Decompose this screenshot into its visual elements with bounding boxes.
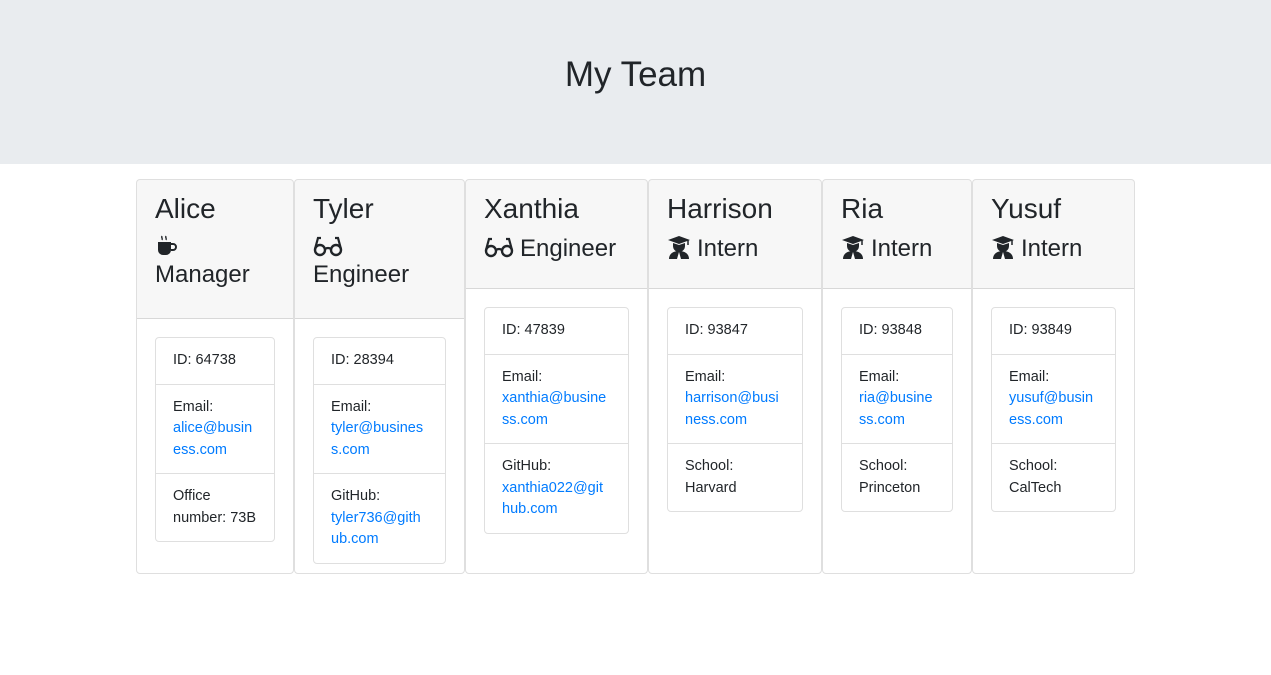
school-item: School: Princeton — [842, 444, 952, 511]
card-body: ID: 93849 Email: yusuf@business.com Scho… — [973, 289, 1134, 530]
employee-role-label: Intern — [1021, 235, 1083, 262]
employee-name: Tyler — [313, 193, 374, 224]
email-label: Email: — [859, 368, 900, 385]
school-item: School: CalTech — [992, 444, 1115, 511]
employee-card-yusuf: Yusuf Intern ID: 93849 Email: yusuf@busi… — [972, 179, 1135, 574]
page-title: My Team — [564, 55, 707, 94]
employee-email-item: Email: harrison@business.com — [668, 355, 802, 444]
employee-role: Intern — [667, 234, 803, 264]
github-item: GitHub: xanthia022@github.com — [485, 444, 628, 533]
employee-id: ID: 47839 — [485, 308, 628, 355]
employee-id: ID: 93848 — [842, 308, 952, 355]
email-label: Email: — [173, 398, 214, 415]
email-link[interactable]: yusuf@business.com — [1009, 390, 1093, 428]
graduate-icon — [992, 236, 1014, 259]
employee-details: ID: 93847 Email: harrison@business.com S… — [667, 307, 803, 512]
card-body: ID: 28394 Email: tyler@business.com GitH… — [295, 319, 464, 573]
card-body: ID: 47839 Email: xanthia@business.com Gi… — [466, 289, 647, 552]
employee-card-harrison: Harrison Intern ID: 93847 Email: harriso… — [648, 179, 822, 574]
coffee-icon — [158, 235, 177, 255]
employee-email-item: Email: tyler@business.com — [314, 385, 445, 474]
employee-name: Harrison — [667, 193, 773, 224]
employee-email-item: Email: yusuf@business.com — [992, 355, 1115, 444]
team-cards: Alice Manager ID: 64738 Email: alice@bus… — [0, 164, 1271, 675]
email-label: Email: — [502, 368, 543, 385]
card-body: ID: 93848 Email: ria@business.com School… — [823, 289, 971, 530]
employee-role-label: Intern — [871, 235, 933, 262]
school-value: CalTech — [1009, 479, 1062, 496]
office-number-label: Office number: — [173, 488, 227, 526]
card-header: Yusuf Intern — [973, 180, 1134, 289]
card-body: ID: 93847 Email: harrison@business.com S… — [649, 289, 821, 530]
card-header: Harrison Intern — [649, 180, 821, 289]
glasses-icon — [484, 237, 514, 258]
employee-role-label: Intern — [697, 235, 759, 262]
office-number-item: Office number: 73B — [156, 474, 274, 541]
github-link[interactable]: xanthia022@github.com — [502, 480, 603, 518]
employee-role: Engineer — [484, 234, 629, 264]
employee-details: ID: 28394 Email: tyler@business.com GitH… — [313, 337, 446, 564]
employee-email-item: Email: xanthia@business.com — [485, 355, 628, 444]
employee-role-label: Engineer — [520, 235, 617, 262]
employee-name: Yusuf — [991, 193, 1062, 224]
employee-email-item: Email: ria@business.com — [842, 355, 952, 444]
graduate-icon — [668, 236, 690, 259]
employee-role-label: Engineer — [313, 261, 410, 288]
email-label: Email: — [331, 398, 372, 415]
card-header: Tyler Engineer — [295, 180, 464, 319]
email-link[interactable]: harrison@business.com — [685, 390, 779, 428]
employee-id: ID: 93849 — [992, 308, 1115, 355]
school-label: School: — [685, 458, 734, 474]
email-label: Email: — [1009, 368, 1050, 385]
github-label: GitHub: — [331, 488, 381, 504]
email-link[interactable]: alice@business.com — [173, 420, 252, 458]
employee-email-item: Email: alice@business.com — [156, 385, 274, 474]
email-link[interactable]: ria@business.com — [859, 390, 933, 428]
glasses-icon — [313, 236, 343, 257]
employee-id: ID: 28394 — [314, 338, 445, 385]
card-header: Alice Manager — [137, 180, 293, 319]
employee-card-alice: Alice Manager ID: 64738 Email: alice@bus… — [136, 179, 294, 574]
github-link[interactable]: tyler736@github.com — [331, 510, 421, 548]
school-value: Princeton — [859, 479, 921, 496]
school-value: Harvard — [685, 479, 737, 496]
email-label: Email: — [685, 368, 726, 385]
employee-role: Manager — [155, 234, 275, 290]
employee-name: Xanthia — [484, 193, 579, 224]
github-label: GitHub: — [502, 458, 552, 474]
email-link[interactable]: tyler@business.com — [331, 420, 423, 458]
employee-card-ria: Ria Intern ID: 93848 Email: ria@business… — [822, 179, 972, 574]
employee-details: ID: 93848 Email: ria@business.com School… — [841, 307, 953, 512]
employee-details: ID: 47839 Email: xanthia@business.com Gi… — [484, 307, 629, 534]
card-body: ID: 64738 Email: alice@business.com Offi… — [137, 319, 293, 560]
employee-card-xanthia: Xanthia Engineer ID: 47839 Email: xanthi… — [465, 179, 648, 574]
employee-role: Intern — [991, 234, 1116, 264]
employee-role-label: Manager — [155, 261, 250, 288]
employee-id: ID: 64738 — [156, 338, 274, 385]
page-header: My Team — [0, 0, 1271, 164]
card-header: Xanthia Engineer — [466, 180, 647, 289]
employee-id: ID: 93847 — [668, 308, 802, 355]
office-number-value: 73B — [230, 509, 257, 526]
email-link[interactable]: xanthia@business.com — [502, 390, 606, 428]
employee-details: ID: 64738 Email: alice@business.com Offi… — [155, 337, 275, 542]
employee-card-tyler: Tyler Engineer ID: 28394 Email: tyler@bu… — [294, 179, 465, 574]
employee-name: Alice — [155, 193, 216, 224]
employee-name: Ria — [841, 193, 884, 224]
github-item: GitHub: tyler736@github.com — [314, 474, 445, 563]
graduate-icon — [842, 236, 864, 259]
school-item: School: Harvard — [668, 444, 802, 511]
employee-details: ID: 93849 Email: yusuf@business.com Scho… — [991, 307, 1116, 512]
school-label: School: — [859, 458, 908, 474]
employee-role: Intern — [841, 234, 953, 264]
school-label: School: — [1009, 458, 1058, 474]
card-header: Ria Intern — [823, 180, 971, 289]
employee-role: Engineer — [313, 234, 446, 290]
